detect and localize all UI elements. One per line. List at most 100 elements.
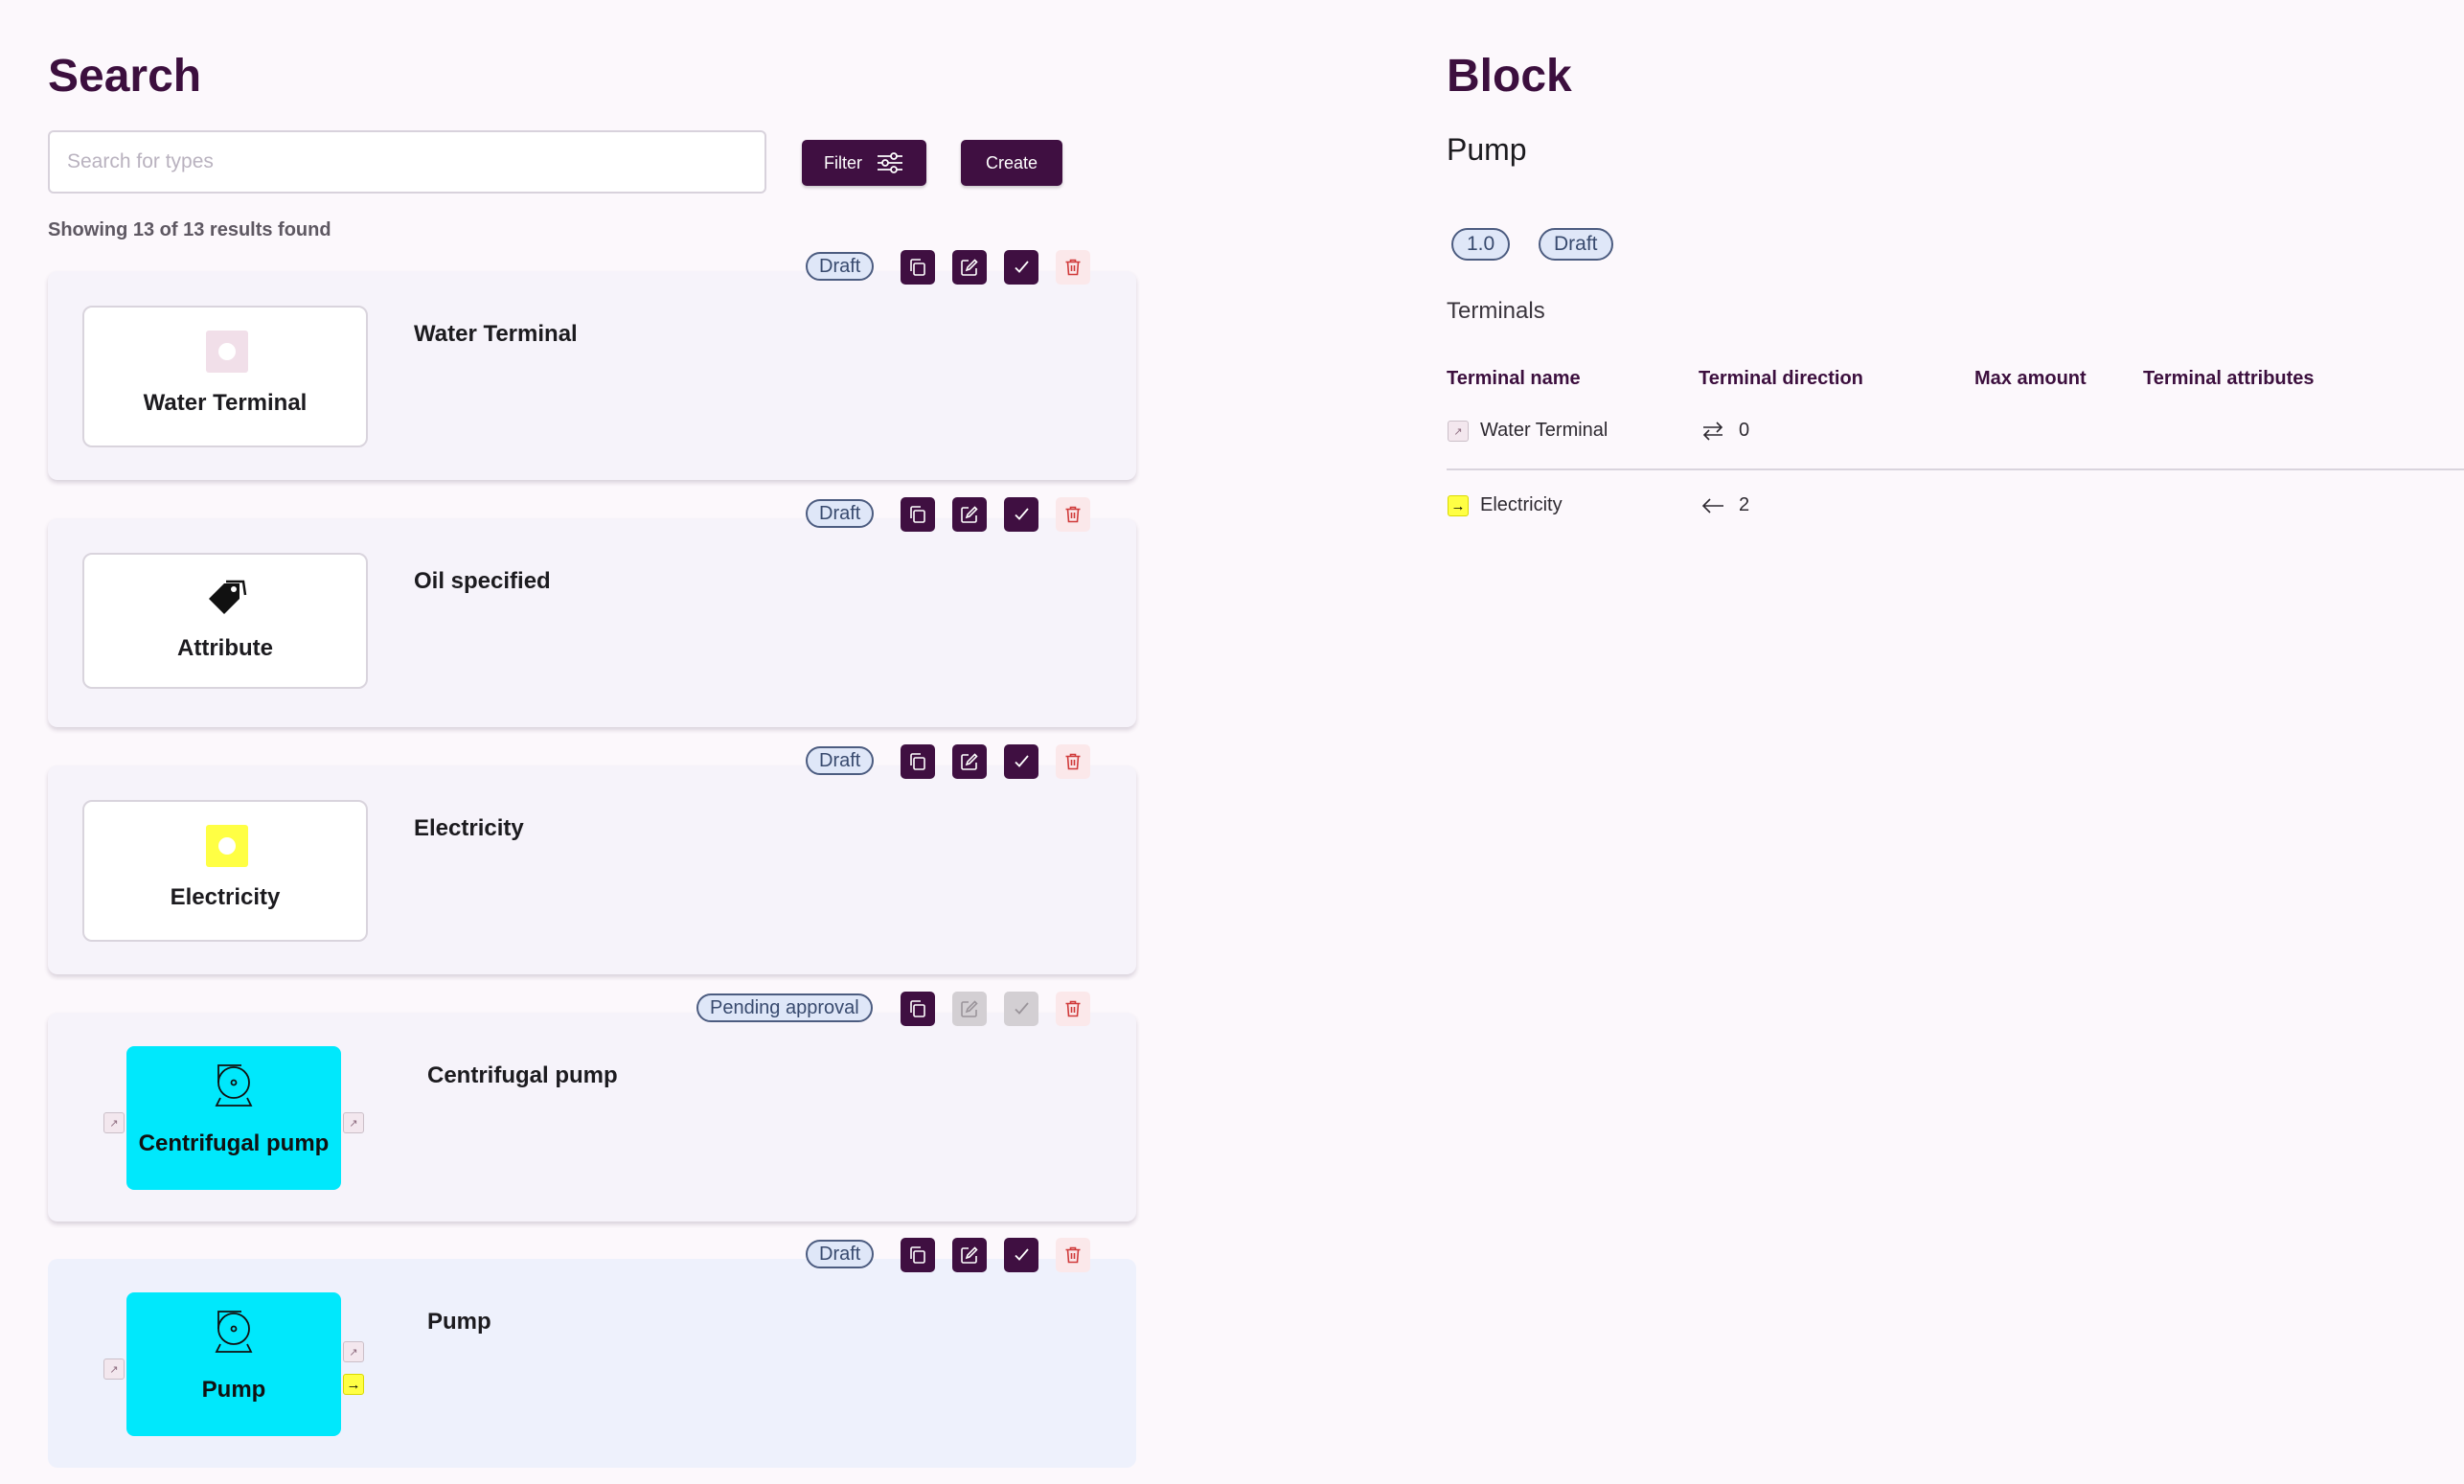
terminal-name: Water Terminal xyxy=(1480,420,1608,441)
bidirectional-arrows-icon xyxy=(1702,422,1723,441)
delete-button[interactable] xyxy=(1056,497,1090,532)
edit-button[interactable] xyxy=(952,1238,987,1272)
checkmark-icon xyxy=(1015,1248,1029,1261)
column-header-terminal-direction: Terminal direction xyxy=(1699,368,1863,389)
filter-label: Filter xyxy=(824,152,862,172)
preview-label: Electricity xyxy=(170,884,281,910)
delete-button[interactable] xyxy=(1056,744,1090,779)
duplicate-button[interactable] xyxy=(901,250,935,285)
copy-icon xyxy=(910,753,925,770)
card-title: Oil specified xyxy=(414,568,551,594)
result-card-water-terminal[interactable]: Draft Water Terminal Water Terminal xyxy=(48,250,1136,480)
result-card-pump[interactable]: Draft ↗ Pump ↗ → Pump xyxy=(48,1238,1136,1468)
card-title: Centrifugal pump xyxy=(427,1062,618,1088)
delete-button[interactable] xyxy=(1056,992,1090,1026)
section-heading: Terminals xyxy=(1447,298,1545,324)
tags-icon xyxy=(209,580,247,614)
terminal-name: Electricity xyxy=(1480,494,1563,515)
preview-label: Water Terminal xyxy=(143,390,308,416)
edit-icon xyxy=(961,506,978,523)
result-card-electricity[interactable]: Draft Electricity Electricity xyxy=(48,744,1136,974)
trash-icon xyxy=(1065,506,1081,523)
water-terminal-icon: ↗ xyxy=(1448,421,1469,442)
trash-icon xyxy=(1065,1000,1081,1017)
edit-button[interactable] xyxy=(952,250,987,285)
arrow-left-icon xyxy=(1701,498,1723,514)
checkmark-icon xyxy=(1015,508,1029,520)
type-preview: Attribute xyxy=(82,553,368,689)
status-badge: Draft xyxy=(806,746,875,775)
search-input[interactable] xyxy=(48,130,766,194)
result-card-centrifugal-pump[interactable]: Pending approval ↗ Centrifugal pump ↗ Ce… xyxy=(48,992,1136,1221)
column-header-terminal-attributes: Terminal attributes xyxy=(2143,368,2315,389)
result-card-oil-specified[interactable]: Draft Attribute Oil specified xyxy=(48,497,1136,727)
block-label: Centrifugal pump xyxy=(138,1130,330,1156)
card-title: Electricity xyxy=(414,815,524,841)
edit-button[interactable] xyxy=(952,497,987,532)
terminal-icon xyxy=(206,331,248,373)
status-badge: Draft xyxy=(806,499,875,528)
input-terminal-icon: ↗ xyxy=(103,1112,125,1133)
results-count: Showing 13 of 13 results found xyxy=(48,219,331,240)
edit-icon xyxy=(961,259,978,276)
edit-icon xyxy=(961,753,978,770)
trash-icon xyxy=(1065,259,1081,276)
trash-icon xyxy=(1065,753,1081,770)
edit-icon xyxy=(961,1246,978,1264)
page-title: Search xyxy=(48,51,202,102)
duplicate-button[interactable] xyxy=(901,497,935,532)
type-preview: Electricity xyxy=(82,800,368,942)
column-header-max-amount: Max amount xyxy=(1974,368,2087,389)
edit-icon xyxy=(961,1000,978,1017)
block-preview: Pump xyxy=(126,1292,341,1436)
status-badge: Draft xyxy=(806,252,875,281)
sliders-icon xyxy=(878,152,902,173)
panel-title: Block xyxy=(1447,51,1572,102)
filter-button[interactable]: Filter xyxy=(802,140,926,186)
status-badge: Draft xyxy=(1539,228,1613,261)
block-name: Pump xyxy=(1447,132,1527,167)
checkmark-icon xyxy=(1015,261,1029,273)
copy-icon xyxy=(910,259,925,276)
edit-button[interactable] xyxy=(952,992,987,1026)
status-badge: Draft xyxy=(806,1240,875,1268)
copy-icon xyxy=(910,1000,925,1017)
terminal-icon xyxy=(206,825,248,867)
card-title: Pump xyxy=(427,1309,491,1335)
electricity-terminal-icon: → xyxy=(343,1374,364,1395)
delete-button[interactable] xyxy=(1056,250,1090,285)
approve-button[interactable] xyxy=(1004,744,1038,779)
block-preview: Centrifugal pump xyxy=(126,1046,341,1190)
pump-icon xyxy=(215,1311,253,1353)
duplicate-button[interactable] xyxy=(901,1238,935,1272)
approve-button[interactable] xyxy=(1004,250,1038,285)
column-header-terminal-name: Terminal name xyxy=(1447,368,1581,389)
copy-icon xyxy=(910,506,925,523)
checkmark-icon xyxy=(1015,1002,1029,1015)
electricity-terminal-icon: → xyxy=(1448,495,1469,516)
terminal-direction-value: 2 xyxy=(1739,494,1750,515)
edit-button[interactable] xyxy=(952,744,987,779)
delete-button[interactable] xyxy=(1056,1238,1090,1272)
type-preview: Water Terminal xyxy=(82,306,368,447)
approve-button[interactable] xyxy=(1004,992,1038,1026)
block-label: Pump xyxy=(201,1377,266,1403)
output-terminal-icon: ↗ xyxy=(343,1341,364,1362)
duplicate-button[interactable] xyxy=(901,992,935,1026)
preview-label: Attribute xyxy=(177,635,273,661)
create-button[interactable]: Create xyxy=(961,140,1062,186)
approve-button[interactable] xyxy=(1004,1238,1038,1272)
checkmark-icon xyxy=(1015,755,1029,767)
duplicate-button[interactable] xyxy=(901,744,935,779)
status-badge: Pending approval xyxy=(696,993,873,1022)
output-terminal-icon: ↗ xyxy=(343,1112,364,1133)
pump-icon xyxy=(215,1064,253,1107)
row-divider xyxy=(1447,468,2464,470)
card-title: Water Terminal xyxy=(414,321,578,347)
version-badge: 1.0 xyxy=(1451,228,1511,261)
trash-icon xyxy=(1065,1246,1081,1264)
input-terminal-icon: ↗ xyxy=(103,1358,125,1380)
terminal-direction-value: 0 xyxy=(1739,420,1750,441)
approve-button[interactable] xyxy=(1004,497,1038,532)
copy-icon xyxy=(910,1246,925,1264)
